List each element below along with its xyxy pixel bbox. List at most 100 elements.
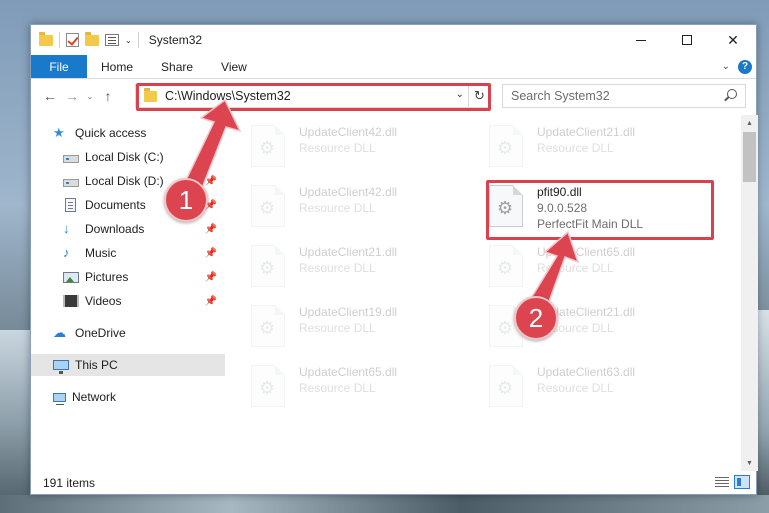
list-item[interactable]: UpdateClient65.dll Resource DLL bbox=[225, 359, 455, 413]
sidebar-item-label: Documents bbox=[85, 198, 146, 212]
dll-file-icon bbox=[489, 245, 523, 287]
pin-icon[interactable]: 📌 bbox=[205, 176, 217, 187]
list-item[interactable]: UpdateClient42.dll Resource DLL bbox=[225, 119, 455, 173]
file-explorer-window: ⌄ System32 ✕ File Home Share View ⌄ ? ← … bbox=[30, 24, 758, 495]
list-item[interactable]: UpdateClient63.dll Resource DLL bbox=[463, 359, 693, 413]
sidebar-item-videos[interactable]: Videos 📌 bbox=[31, 290, 225, 312]
sidebar-item-music[interactable]: ♪ Music 📌 bbox=[31, 242, 225, 264]
pin-icon[interactable]: 📌 bbox=[205, 296, 217, 307]
recent-locations-button[interactable]: ⌄ bbox=[83, 92, 97, 101]
list-item[interactable]: UpdateClient21.dll Resource DLL bbox=[225, 239, 455, 293]
list-item[interactable]: UpdateClient19.dll Resource DLL bbox=[225, 299, 455, 353]
divider bbox=[137, 32, 139, 48]
pin-icon[interactable]: 📌 bbox=[205, 272, 217, 283]
tab-view[interactable]: View bbox=[207, 55, 261, 78]
vertical-scrollbar[interactable]: ▲ ▼ bbox=[741, 115, 758, 471]
window-title: System32 bbox=[148, 33, 203, 47]
sidebar-item-label: Quick access bbox=[75, 126, 147, 140]
download-icon: ↓ bbox=[63, 221, 70, 236]
ribbon-tabs: File Home Share View ⌄ ? bbox=[31, 55, 756, 79]
forward-button[interactable]: → bbox=[61, 85, 83, 107]
star-icon: ★ bbox=[53, 125, 65, 140]
sidebar-item-label: Music bbox=[85, 246, 117, 260]
list-item[interactable]: UpdateClient42.dll Resource DLL bbox=[225, 179, 455, 233]
navigation-bar: ← → ⌄ ↑ C:\Windows\System32 ⌄ ↻ Search S… bbox=[31, 80, 756, 112]
file-name: UpdateClient42.dll bbox=[299, 185, 398, 199]
search-placeholder: Search System32 bbox=[511, 89, 610, 103]
new-folder-icon[interactable] bbox=[85, 31, 99, 46]
back-button[interactable]: ← bbox=[39, 85, 61, 107]
chevron-down-icon[interactable]: ⌄ bbox=[456, 89, 464, 100]
folder-icon[interactable] bbox=[39, 31, 53, 46]
drive-icon bbox=[63, 178, 79, 187]
tab-file[interactable]: File bbox=[31, 55, 87, 78]
sidebar-item-label: This PC bbox=[75, 358, 118, 372]
maximize-button[interactable] bbox=[664, 25, 710, 55]
folder-icon bbox=[144, 87, 157, 102]
pin-icon[interactable]: 📌 bbox=[205, 224, 217, 235]
scrollbar-thumb[interactable] bbox=[743, 132, 756, 182]
file-version: 9.0.0.528 bbox=[537, 201, 588, 215]
title-bar: ⌄ System32 ✕ bbox=[31, 25, 756, 55]
sidebar-item-quick-access[interactable]: ★ Quick access bbox=[31, 122, 225, 144]
list-item[interactable]: UpdateClient65.dll Resource DLL bbox=[463, 239, 693, 293]
help-icon[interactable]: ? bbox=[738, 59, 752, 74]
cloud-icon: ☁ bbox=[53, 325, 66, 340]
pictures-icon bbox=[63, 272, 79, 283]
address-path[interactable]: C:\Windows\System32 bbox=[165, 89, 291, 103]
tiles-view-icon[interactable] bbox=[734, 475, 750, 489]
file-description: Resource DLL bbox=[299, 201, 376, 215]
up-button[interactable]: ↑ bbox=[97, 85, 119, 107]
step-2-badge: 2 bbox=[514, 296, 558, 340]
sidebar-item-network[interactable]: Network bbox=[31, 386, 225, 408]
file-description: Resource DLL bbox=[299, 381, 376, 395]
pin-icon[interactable]: 📌 bbox=[205, 248, 217, 259]
dll-file-icon bbox=[489, 185, 523, 227]
file-name: UpdateClient65.dll bbox=[299, 365, 398, 379]
chevron-down-icon[interactable]: ⌄ bbox=[125, 36, 132, 45]
sidebar-item-onedrive[interactable]: ☁ OneDrive bbox=[31, 322, 225, 344]
sidebar-item-local-disk-c[interactable]: Local Disk (C:) 📌 bbox=[31, 146, 225, 168]
sidebar-item-label: Pictures bbox=[85, 270, 129, 284]
file-name: UpdateClient21.dll bbox=[537, 125, 636, 139]
dll-file-icon bbox=[489, 365, 523, 407]
properties-check-icon[interactable] bbox=[66, 33, 79, 47]
file-name: UpdateClient63.dll bbox=[537, 365, 636, 379]
list-item[interactable]: UpdateClient21.dll Resource DLL bbox=[463, 119, 693, 173]
tab-share[interactable]: Share bbox=[147, 55, 207, 78]
sidebar-item-label: Downloads bbox=[85, 222, 145, 236]
file-description: Resource DLL bbox=[299, 261, 376, 275]
minimize-button[interactable] bbox=[618, 25, 664, 55]
details-view-icon[interactable] bbox=[714, 475, 730, 489]
list-item[interactable]: UpdateClient21.dll Resource DLL bbox=[463, 299, 693, 353]
file-name: UpdateClient65.dll bbox=[537, 245, 636, 259]
scroll-down-icon[interactable]: ▼ bbox=[741, 455, 758, 471]
file-list: UpdateClient42.dll Resource DLL UpdateCl… bbox=[225, 119, 743, 469]
sidebar-item-this-pc[interactable]: This PC bbox=[31, 354, 225, 376]
step-1-badge: 1 bbox=[164, 178, 208, 222]
expand-ribbon-icon[interactable]: ⌄ bbox=[722, 61, 730, 72]
file-description: Resource DLL bbox=[299, 141, 376, 155]
customize-icon[interactable] bbox=[105, 34, 119, 46]
dll-file-icon bbox=[251, 125, 285, 167]
tab-home[interactable]: Home bbox=[87, 55, 147, 78]
view-buttons bbox=[714, 475, 750, 489]
refresh-button[interactable]: ↻ bbox=[468, 85, 490, 107]
address-bar[interactable]: C:\Windows\System32 ⌄ ↻ bbox=[135, 84, 491, 108]
search-icon[interactable] bbox=[727, 89, 737, 99]
pin-icon[interactable]: 📌 bbox=[205, 152, 217, 163]
file-description: Resource DLL bbox=[299, 321, 376, 335]
music-icon: ♪ bbox=[63, 245, 70, 260]
list-item-pfit90[interactable]: pfit90.dll 9.0.0.528 PerfectFit Main DLL bbox=[463, 179, 693, 233]
computer-icon bbox=[53, 360, 69, 374]
divider bbox=[59, 32, 60, 48]
dll-file-icon bbox=[251, 365, 285, 407]
scroll-up-icon[interactable]: ▲ bbox=[741, 115, 758, 131]
quick-access-toolbar: ⌄ bbox=[31, 31, 139, 48]
sidebar-item-downloads[interactable]: ↓ Downloads 📌 bbox=[31, 218, 225, 240]
search-input[interactable]: Search System32 bbox=[502, 84, 746, 108]
maximize-icon bbox=[682, 35, 692, 45]
sidebar-item-pictures[interactable]: Pictures 📌 bbox=[31, 266, 225, 288]
drive-icon bbox=[63, 154, 79, 163]
close-button[interactable]: ✕ bbox=[710, 25, 756, 55]
